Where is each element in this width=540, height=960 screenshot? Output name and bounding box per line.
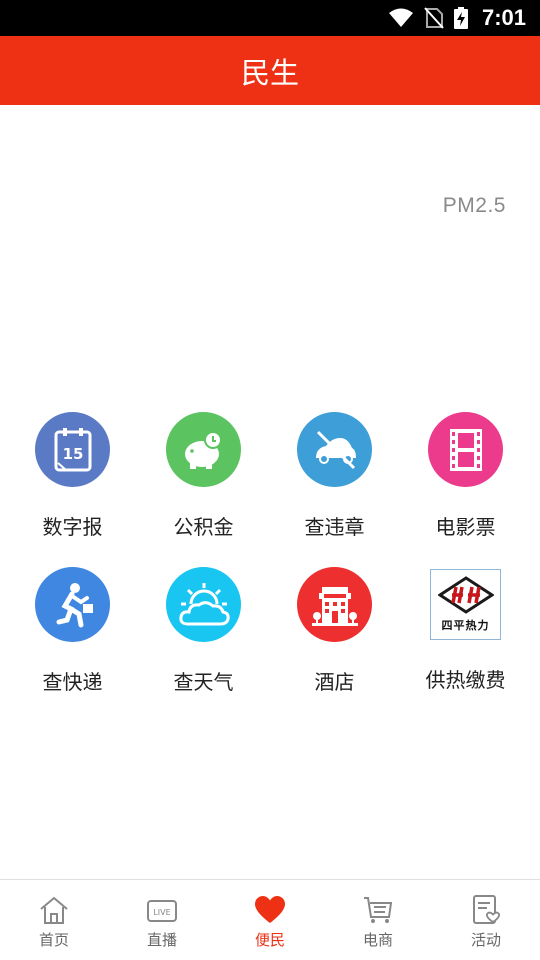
tab-ecommerce[interactable]: 电商 <box>324 880 432 960</box>
siping-heating-logo: 四平热力 <box>430 569 501 640</box>
bottom-tab-bar: 首页 LIVE 直播 便民 电商 活动 <box>0 879 540 960</box>
heart-icon <box>255 896 285 923</box>
svg-text:15: 15 <box>62 445 83 463</box>
home-icon <box>40 896 68 924</box>
service-label: 查天气 <box>173 670 234 694</box>
tab-label: 电商 <box>362 931 393 949</box>
live-icon: LIVE <box>147 900 177 922</box>
service-courier-tracking[interactable]: 查快递 <box>7 567 138 722</box>
service-heating-payment[interactable]: 四平热力 供热缴费 <box>400 567 531 722</box>
tab-home[interactable]: 首页 <box>0 880 108 960</box>
service-movie-tickets[interactable]: 电影票 <box>400 412 531 567</box>
tab-label: 便民 <box>254 931 285 949</box>
cart-icon <box>364 897 393 923</box>
tab-label: 首页 <box>38 931 69 949</box>
tab-live[interactable]: LIVE 直播 <box>108 880 216 960</box>
heating-logo-text: 四平热力 <box>441 619 490 632</box>
battery-charging-icon <box>453 7 468 29</box>
status-time: 7:01 <box>481 5 526 30</box>
calendar-icon: 15 <box>35 412 110 487</box>
wifi-icon <box>388 8 413 27</box>
no-sim-icon <box>424 7 444 29</box>
tab-label: 直播 <box>146 931 177 949</box>
courier-icon <box>35 567 110 642</box>
service-label: 酒店 <box>314 670 355 694</box>
page-header: 民生 <box>0 36 540 105</box>
service-label: 供热缴费 <box>425 668 506 692</box>
car-icon <box>297 412 372 487</box>
piggy-bank-icon <box>166 412 241 487</box>
tab-activity[interactable]: 活动 <box>432 880 540 960</box>
status-bar: 7:01 <box>0 0 540 36</box>
service-hotel[interactable]: 酒店 <box>269 567 400 722</box>
weather-icon <box>166 567 241 642</box>
service-grid: 15 数字报 公积金 查违章 电影票 查快递 查天气 酒店 四平热力 供热缴费 <box>0 412 540 722</box>
svg-text:LIVE: LIVE <box>153 908 170 917</box>
service-weather[interactable]: 查天气 <box>138 567 269 722</box>
service-label: 查违章 <box>304 515 365 539</box>
hotel-icon <box>297 567 372 642</box>
service-traffic-violation[interactable]: 查违章 <box>269 412 400 567</box>
page-title: 民生 <box>240 55 299 90</box>
service-label: 数字报 <box>42 515 103 539</box>
service-label: 公积金 <box>173 515 234 539</box>
activity-icon <box>473 895 501 924</box>
tab-label: 活动 <box>470 931 501 949</box>
pm25-label: PM2.5 <box>442 194 506 217</box>
tab-convenience[interactable]: 便民 <box>216 880 324 960</box>
service-housing-fund[interactable]: 公积金 <box>138 412 269 567</box>
service-label: 查快递 <box>42 670 103 694</box>
service-label: 电影票 <box>435 515 496 539</box>
film-icon <box>428 412 503 487</box>
service-digital-newspaper[interactable]: 15 数字报 <box>7 412 138 567</box>
